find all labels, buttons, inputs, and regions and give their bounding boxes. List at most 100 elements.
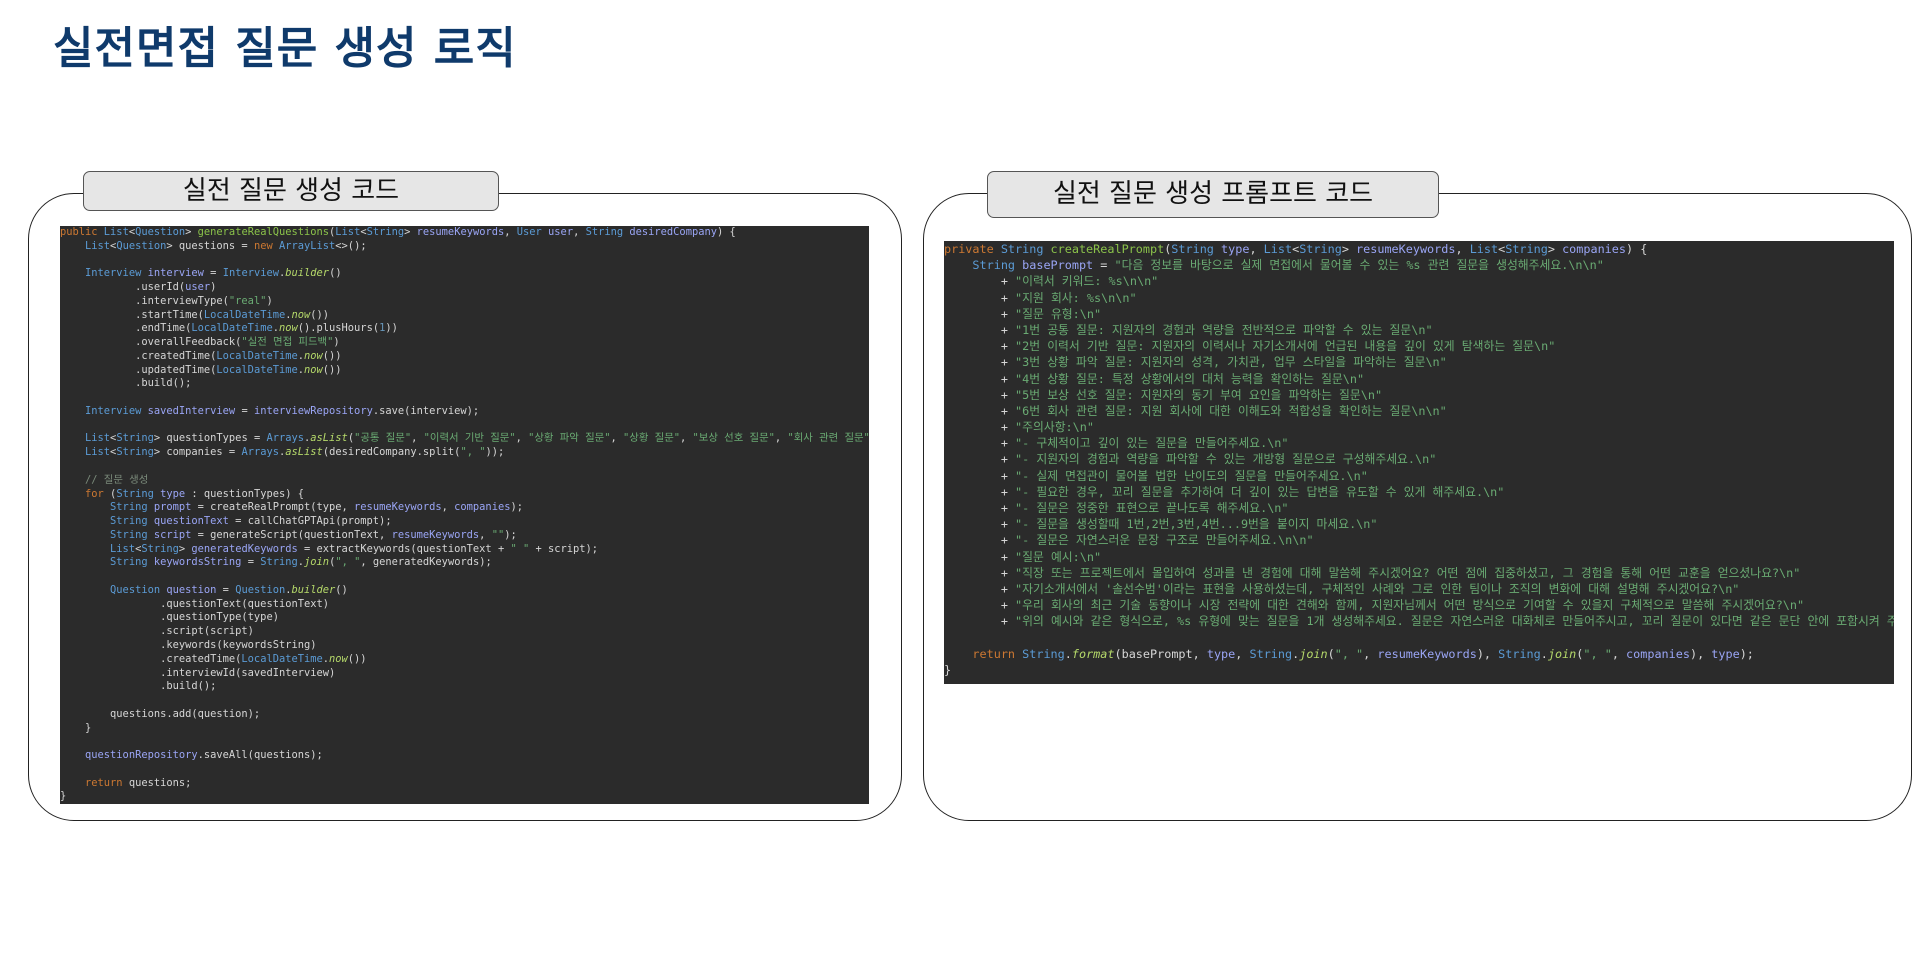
code-line: + "6번 회사 관련 질문: 지원 회사에 대한 이해도와 적합성을 확인하는… xyxy=(944,403,1894,419)
code-line: String basePrompt = "다음 정보를 바탕으로 실제 면접에서… xyxy=(944,257,1894,273)
code-token: Question xyxy=(135,226,186,238)
code-line: + "- 질문은 자연스러운 문장 구조로 만들어주세요.\n\n" xyxy=(944,532,1894,548)
code-token: ) xyxy=(210,281,217,294)
code-line: + "1번 공통 질문: 지원자의 경험과 역량을 전반적으로 파악할 수 있는… xyxy=(944,322,1894,338)
code-token: + xyxy=(944,339,1016,354)
code-token: companies xyxy=(454,501,511,514)
code-line: .updatedTime(LocalDateTime.now()) xyxy=(60,364,869,378)
code-token: > questions = xyxy=(166,239,254,252)
code-token: Arrays xyxy=(241,446,279,459)
code-token: "질문 예시:\n" xyxy=(1015,549,1102,564)
real-prompt-code-block: private String createRealPrompt (String t… xyxy=(944,241,1894,684)
code-token: + xyxy=(944,274,1016,289)
code-token: public xyxy=(60,226,104,238)
code-line: questionRepository.saveAll(questions); xyxy=(60,749,869,763)
code-token: "6번 회사 관련 질문: 지원 회사에 대한 이해도와 적합성을 확인하는 질… xyxy=(1015,403,1447,418)
code-token: , xyxy=(479,528,492,541)
code-line: Question question = Question.builder() xyxy=(60,584,869,598)
code-line: .createdTime(LocalDateTime.now()) xyxy=(60,350,869,364)
code-line: String script = generateScript(questionT… xyxy=(60,529,869,543)
code-token: )); xyxy=(485,446,505,459)
code-token: "- 질문을 생성할때 1번,2번,3번,4번...9번을 붙이지 마세요.\n… xyxy=(1015,517,1378,532)
code-line: + "- 필요한 경우, 꼬리 질문을 추가하여 더 깊이 있는 답변을 유도할… xyxy=(944,484,1894,500)
code-token: Interview xyxy=(60,267,148,280)
code-token: + xyxy=(944,355,1016,370)
code-line: + "- 질문은 정중한 표현으로 끝나도록 해주세요.\n" xyxy=(944,500,1894,516)
code-token: ()) xyxy=(310,308,330,321)
code-token: + xyxy=(944,565,1016,580)
code-token: ", " xyxy=(460,446,486,459)
code-token: + xyxy=(944,533,1016,548)
code-line: String prompt = createRealPrompt(type, r… xyxy=(60,501,869,515)
code-token: (desiredCompany.split( xyxy=(322,446,461,459)
code-token: new xyxy=(253,239,279,252)
code-token: "real" xyxy=(228,294,267,307)
code-token: "상황 질문" xyxy=(623,432,681,445)
code-token: ", " xyxy=(1334,646,1364,661)
code-token: = generateScript(questionText, xyxy=(191,528,392,541)
code-token: LocalDateTime xyxy=(191,322,273,335)
code-token: "3번 상황 파악 질문: 지원자의 성격, 가치관, 업무 스타일을 파악하는… xyxy=(1015,355,1447,370)
code-token: "2번 이력서 기반 질문: 지원자의 이력서나 자기소개서에 언급된 내용을 … xyxy=(1015,339,1556,354)
code-token: , xyxy=(1363,646,1378,661)
code-token: LocalDateTime xyxy=(203,308,286,321)
code-token: , xyxy=(610,432,623,445)
code-token: "주의사항:\n" xyxy=(1015,420,1094,435)
code-token: .interviewId(savedInterview) xyxy=(60,666,336,679)
code-token: > xyxy=(178,542,192,555)
code-token: String xyxy=(944,258,1023,273)
code-token: . xyxy=(1064,646,1072,661)
code-token: ().plusHours( xyxy=(297,322,380,335)
code-token: List xyxy=(60,239,111,252)
code-token: type xyxy=(1711,646,1740,661)
code-token: "- 실제 면접관이 물어볼 법한 난이도의 질문을 만들어주세요.\n" xyxy=(1015,468,1368,483)
code-token: = xyxy=(241,556,261,569)
code-token: createRealPrompt xyxy=(1050,242,1165,256)
code-token: + xyxy=(944,614,1016,629)
code-token: <>(); xyxy=(335,239,367,252)
code-token: asList xyxy=(310,432,348,445)
code-line: .keywords(keywordsString) xyxy=(60,639,869,653)
code-line: .questionType(type) xyxy=(60,611,869,625)
code-token: .createdTime( xyxy=(60,349,217,362)
code-token: interview xyxy=(147,267,204,280)
code-token: "위의 예시와 같은 형식으로, %s 유형에 맞는 질문을 1개 생성해주세요… xyxy=(1015,614,1894,629)
code-token: user xyxy=(185,281,211,294)
code-line: } xyxy=(60,722,869,736)
code-token: .overallFeedback( xyxy=(60,336,242,349)
code-line: return questions; xyxy=(60,777,869,791)
code-token: join xyxy=(304,556,330,569)
code-token: ()) xyxy=(322,363,342,376)
code-token: generatedKeywords xyxy=(191,542,298,555)
code-line: List<String> generatedKeywords = extract… xyxy=(60,543,869,557)
code-token: ), xyxy=(1689,646,1712,661)
code-token: String xyxy=(1171,242,1222,256)
code-token: User xyxy=(516,226,549,238)
code-token: , xyxy=(1235,646,1250,661)
code-line: .overallFeedback("실전 면접 피드백") xyxy=(60,336,869,350)
code-token: // 질문 생성 xyxy=(60,473,149,486)
code-token: List xyxy=(60,446,111,459)
code-token: ( xyxy=(1327,646,1335,661)
code-line: + "지원 회사: %s\n\n" xyxy=(944,290,1894,306)
code-token: (basePrompt, xyxy=(1114,646,1207,661)
code-token: return xyxy=(60,776,129,789)
code-line: Interview savedInterview = interviewRepo… xyxy=(60,405,869,419)
code-token: companies xyxy=(1626,646,1690,661)
code-token: LocalDateTime xyxy=(241,652,323,665)
code-token: now xyxy=(291,308,311,321)
code-line: + "- 질문을 생성할때 1번,2번,3번,4번...9번을 붙이지 마세요.… xyxy=(944,516,1894,532)
code-line: // 질문 생성 xyxy=(60,474,869,488)
code-line: } xyxy=(944,662,1894,678)
code-line: + "질문 유형:\n" xyxy=(944,306,1894,322)
code-line: + "- 실제 면접관이 물어볼 법한 난이도의 질문을 만들어주세요.\n" xyxy=(944,468,1894,484)
code-token: resumeKeywords xyxy=(391,528,480,541)
code-token: + xyxy=(944,501,1016,515)
code-token: = xyxy=(235,404,254,417)
code-token: String xyxy=(116,446,154,459)
code-line: .questionText(questionText) xyxy=(60,598,869,612)
code-token: , xyxy=(1455,242,1470,256)
code-token: } xyxy=(944,662,952,677)
